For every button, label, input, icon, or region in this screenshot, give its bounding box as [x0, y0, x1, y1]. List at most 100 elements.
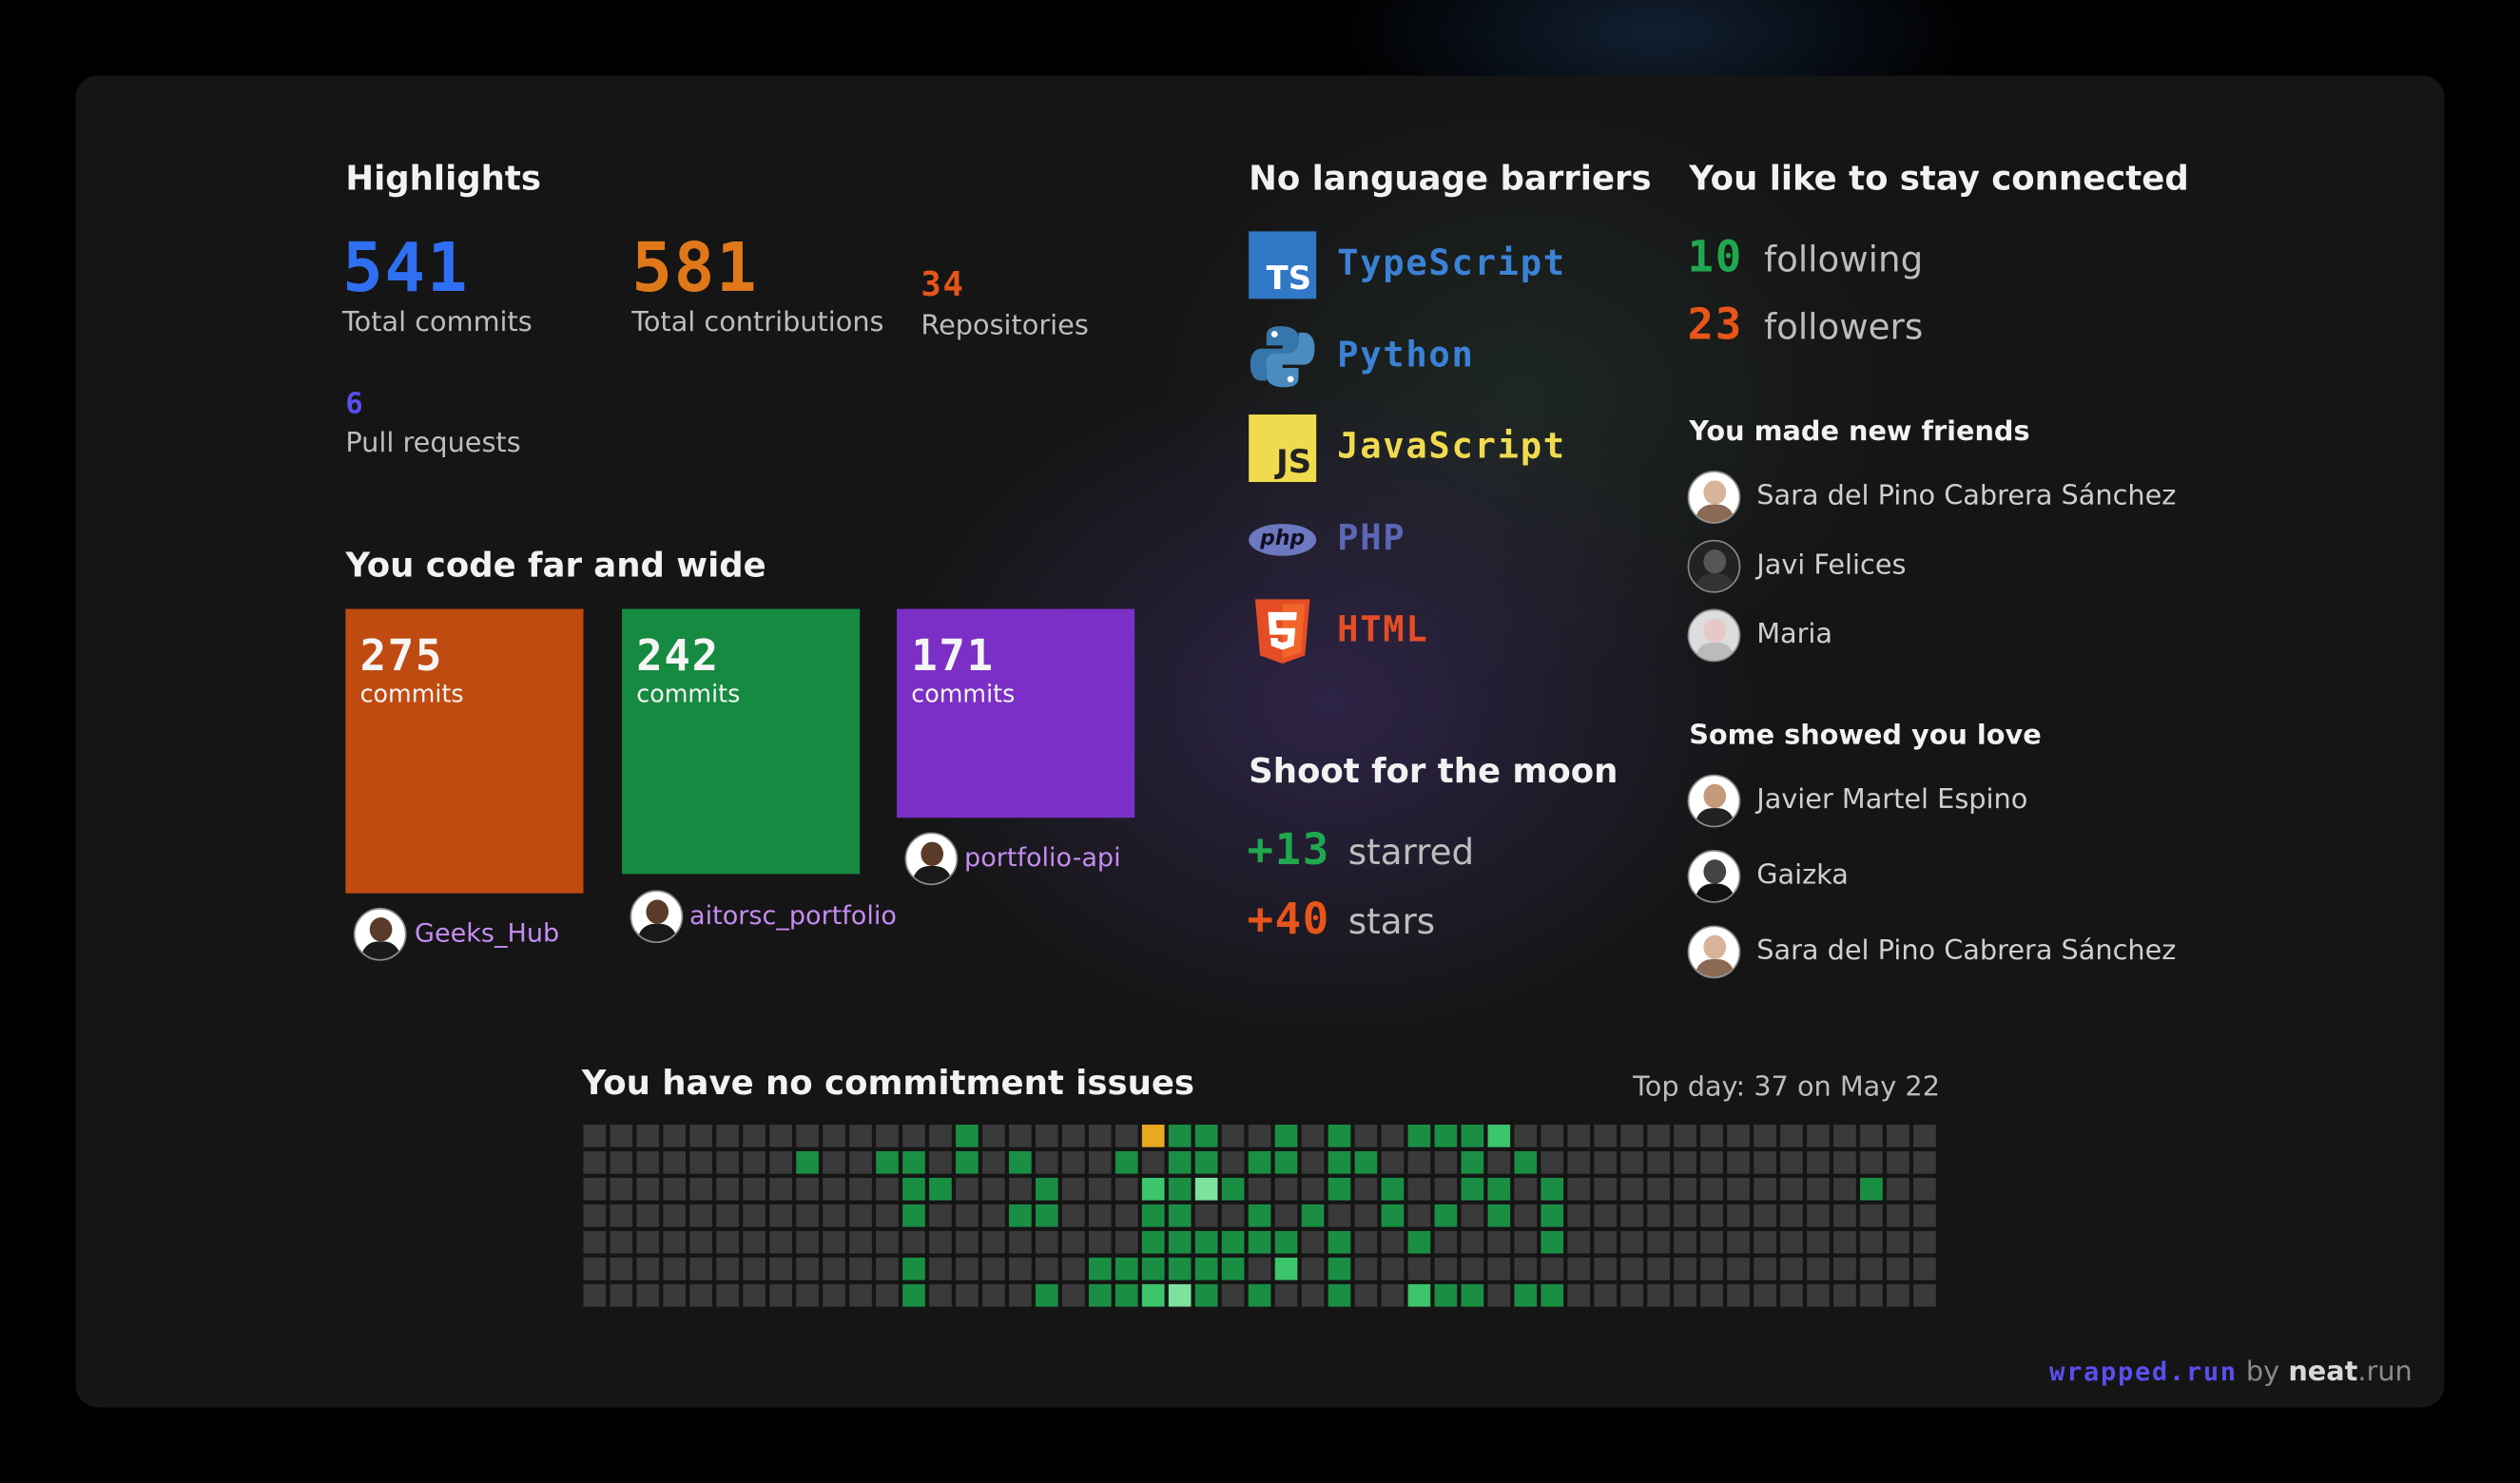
heatmap-cell[interactable] — [1461, 1230, 1484, 1254]
heatmap-cell[interactable] — [1168, 1283, 1192, 1307]
heatmap-cell[interactable] — [929, 1125, 952, 1147]
heatmap-cell[interactable] — [982, 1177, 1005, 1201]
heatmap-cell[interactable] — [1647, 1204, 1670, 1227]
heatmap-cell[interactable] — [1328, 1230, 1351, 1254]
heatmap-cell[interactable] — [1088, 1151, 1112, 1174]
heatmap-cell[interactable] — [849, 1204, 872, 1227]
heatmap-cell[interactable] — [663, 1125, 687, 1147]
heatmap-cell[interactable] — [796, 1177, 819, 1201]
heatmap-cell[interactable] — [1567, 1257, 1591, 1281]
heatmap-cell[interactable] — [1115, 1125, 1138, 1147]
heatmap-cell[interactable] — [1833, 1151, 1856, 1174]
heatmap-cell[interactable] — [1674, 1204, 1696, 1227]
heatmap-cell[interactable] — [982, 1257, 1005, 1281]
heatmap-cell[interactable] — [1354, 1257, 1378, 1281]
heatmap-cell[interactable] — [689, 1177, 713, 1201]
heatmap-cell[interactable] — [1647, 1125, 1670, 1147]
heatmap-cell[interactable] — [1807, 1204, 1830, 1227]
heatmap-cell[interactable] — [583, 1204, 607, 1227]
heatmap-cell[interactable] — [823, 1230, 845, 1254]
heatmap-cell[interactable] — [1035, 1257, 1058, 1281]
heatmap-cell[interactable] — [716, 1125, 740, 1147]
heatmap-cell[interactable] — [1301, 1177, 1325, 1201]
heatmap-cell[interactable] — [1168, 1204, 1192, 1227]
heatmap-cell[interactable] — [849, 1151, 872, 1174]
heatmap-cell[interactable] — [1035, 1177, 1058, 1201]
heatmap-cell[interactable] — [902, 1230, 925, 1254]
heatmap-cell[interactable] — [1035, 1283, 1058, 1307]
heatmap-cell[interactable] — [1221, 1151, 1245, 1174]
heatmap-cell[interactable] — [823, 1204, 845, 1227]
heatmap-cell[interactable] — [1221, 1125, 1245, 1147]
heatmap-cell[interactable] — [1594, 1204, 1618, 1227]
heatmap-cell[interactable] — [1594, 1151, 1618, 1174]
heatmap-cell[interactable] — [1620, 1230, 1643, 1254]
heatmap-cell[interactable] — [1700, 1230, 1723, 1254]
heatmap-cell[interactable] — [849, 1257, 872, 1281]
heatmap-cell[interactable] — [583, 1151, 607, 1174]
heatmap-cell[interactable] — [1381, 1177, 1405, 1201]
wrapped-run-brand[interactable]: wrapped.run — [2049, 1356, 2238, 1386]
heatmap-cell[interactable] — [1221, 1283, 1245, 1307]
heatmap-cell[interactable] — [1354, 1204, 1378, 1227]
heatmap-cell[interactable] — [1594, 1125, 1618, 1147]
heatmap-cell[interactable] — [1860, 1257, 1883, 1281]
heatmap-cell[interactable] — [1727, 1230, 1750, 1254]
heatmap-cell[interactable] — [1168, 1230, 1192, 1254]
heatmap-cell[interactable] — [902, 1204, 925, 1227]
heatmap-cell[interactable] — [1434, 1257, 1458, 1281]
heatmap-cell[interactable] — [1248, 1177, 1271, 1201]
heatmap-cell[interactable] — [1887, 1257, 1909, 1281]
repo-link-portfolio-api[interactable]: portfolio-api — [964, 842, 1121, 873]
heatmap-cell[interactable] — [1274, 1257, 1298, 1281]
heatmap-cell[interactable] — [1035, 1151, 1058, 1174]
heatmap-cell[interactable] — [1381, 1151, 1405, 1174]
heatmap-cell[interactable] — [823, 1125, 845, 1147]
heatmap-cell[interactable] — [1541, 1151, 1564, 1174]
heatmap-cell[interactable] — [1620, 1151, 1643, 1174]
heatmap-cell[interactable] — [1381, 1283, 1405, 1307]
heatmap-cell[interactable] — [743, 1151, 766, 1174]
heatmap-cell[interactable] — [876, 1177, 899, 1201]
heatmap-cell[interactable] — [1887, 1177, 1909, 1201]
heatmap-cell[interactable] — [1620, 1204, 1643, 1227]
heatmap-cell[interactable] — [1009, 1204, 1032, 1227]
heatmap-cell[interactable] — [876, 1257, 899, 1281]
heatmap-cell[interactable] — [1913, 1204, 1936, 1227]
heatmap-cell[interactable] — [982, 1230, 1005, 1254]
heatmap-cell[interactable] — [1381, 1204, 1405, 1227]
heatmap-cell[interactable] — [716, 1204, 740, 1227]
heatmap-cell[interactable] — [1381, 1125, 1405, 1147]
heatmap-cell[interactable] — [1009, 1230, 1032, 1254]
heatmap-cell[interactable] — [1461, 1125, 1484, 1147]
heatmap-cell[interactable] — [956, 1230, 979, 1254]
heatmap-cell[interactable] — [1487, 1257, 1511, 1281]
heatmap-cell[interactable] — [1913, 1151, 1936, 1174]
heatmap-cell[interactable] — [1115, 1177, 1138, 1201]
heatmap-cell[interactable] — [1541, 1177, 1564, 1201]
heatmap-cell[interactable] — [1168, 1257, 1192, 1281]
heatmap-cell[interactable] — [769, 1204, 792, 1227]
heatmap-cell[interactable] — [1514, 1151, 1538, 1174]
heatmap-cell[interactable] — [849, 1283, 872, 1307]
heatmap-cell[interactable] — [1301, 1283, 1325, 1307]
heatmap-cell[interactable] — [1328, 1283, 1351, 1307]
heatmap-cell[interactable] — [1434, 1283, 1458, 1307]
heatmap-cell[interactable] — [1407, 1125, 1431, 1147]
heatmap-cell[interactable] — [876, 1230, 899, 1254]
heatmap-cell[interactable] — [1407, 1283, 1431, 1307]
heatmap-cell[interactable] — [1061, 1230, 1085, 1254]
heatmap-cell[interactable] — [716, 1230, 740, 1254]
heatmap-cell[interactable] — [1514, 1257, 1538, 1281]
heatmap-cell[interactable] — [1115, 1283, 1138, 1307]
heatmap-cell[interactable] — [1354, 1125, 1378, 1147]
heatmap-cell[interactable] — [636, 1177, 660, 1201]
heatmap-cell[interactable] — [1221, 1177, 1245, 1201]
heatmap-cell[interactable] — [689, 1151, 713, 1174]
heatmap-cell[interactable] — [1194, 1257, 1218, 1281]
heatmap-cell[interactable] — [716, 1283, 740, 1307]
heatmap-cell[interactable] — [1461, 1151, 1484, 1174]
heatmap-cell[interactable] — [1887, 1283, 1909, 1307]
heatmap-cell[interactable] — [636, 1283, 660, 1307]
heatmap-cell[interactable] — [1700, 1283, 1723, 1307]
